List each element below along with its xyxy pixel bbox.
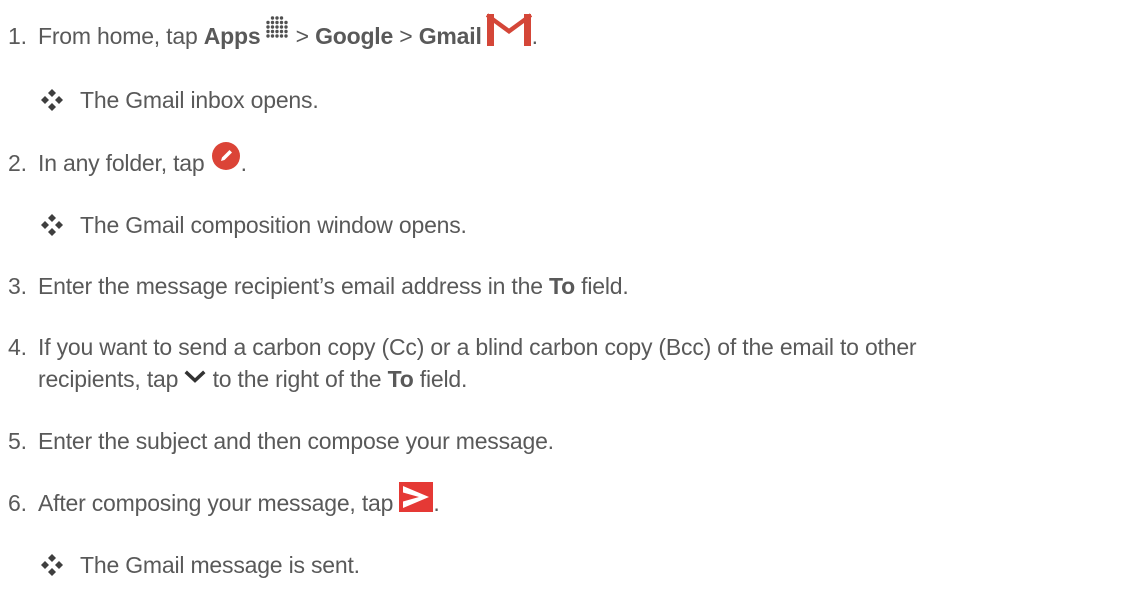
diamond-bullet-icon [40,553,64,577]
step-number: 4. [8,334,27,360]
to-field-label: To [387,366,414,392]
step-number: 6. [8,490,27,516]
step-number: 2. [8,150,27,176]
result-text: The Gmail message is sent. [80,552,360,578]
step-text: Enter the subject and then compose your … [38,428,554,454]
step-text-line-2: recipients, tap to the right of the To f… [38,365,467,393]
step-text: From home, tap Apps > Google > Gmail . [38,13,538,53]
step-text: In any folder, tap . [38,141,247,177]
step-text: Enter the message recipient’s email addr… [38,273,629,299]
to-field-label: To [548,273,575,299]
step-text-line-1: If you want to send a carbon copy (Cc) o… [38,334,917,360]
result-text: The Gmail composition window opens. [80,212,467,238]
gmail-label: Gmail [418,23,482,49]
step-number: 1. [8,23,27,49]
step-number: 5. [8,428,27,454]
step-number: 3. [8,273,27,299]
apps-label: Apps [203,23,261,49]
send-icon [399,481,434,518]
step-text: After composing your message, tap . [38,481,440,518]
google-label: Google [315,23,394,49]
result-text: The Gmail inbox opens. [80,87,319,113]
gmail-icon [485,13,532,53]
diamond-bullet-icon [40,213,64,237]
diamond-bullet-icon [40,88,64,112]
apps-grid-icon [265,16,289,46]
compose-pencil-icon [211,141,241,177]
chevron-down-icon [184,363,206,391]
